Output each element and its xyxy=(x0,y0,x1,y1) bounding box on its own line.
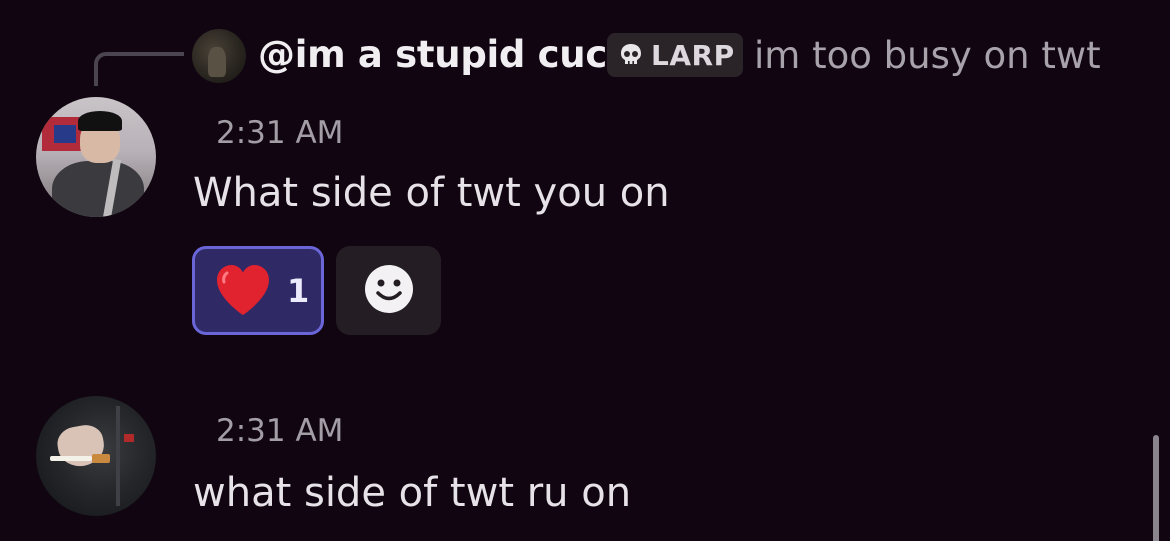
message-text[interactable]: what side of twt ru on xyxy=(193,470,631,516)
role-tag[interactable]: LARP xyxy=(607,33,743,77)
message-text[interactable]: What side of twt you on xyxy=(193,170,670,216)
reply-author-avatar[interactable] xyxy=(192,29,246,83)
message-timestamp: 2:31 AM xyxy=(216,413,344,449)
message-author-avatar[interactable] xyxy=(36,97,156,217)
reaction-count: 1 xyxy=(287,271,310,310)
chat-screen: @im a stupid cuck LARP im too busy on tw… xyxy=(0,0,1170,541)
message-timestamp: 2:31 AM xyxy=(216,115,344,151)
red-heart-icon xyxy=(213,261,273,321)
smiley-add-reaction-icon xyxy=(364,264,414,318)
add-reaction-button[interactable] xyxy=(336,246,441,335)
skull-icon xyxy=(617,41,645,69)
reply-preview-text[interactable]: im too busy on twt xyxy=(754,34,1101,77)
reply-connector-line xyxy=(94,52,184,86)
reply-author-name[interactable]: @im a stupid cuck xyxy=(258,33,632,76)
scrollbar[interactable] xyxy=(1153,435,1159,541)
message-author-avatar[interactable] xyxy=(36,396,156,516)
role-tag-label: LARP xyxy=(651,38,735,72)
reaction-heart-button[interactable]: 1 xyxy=(192,246,324,335)
